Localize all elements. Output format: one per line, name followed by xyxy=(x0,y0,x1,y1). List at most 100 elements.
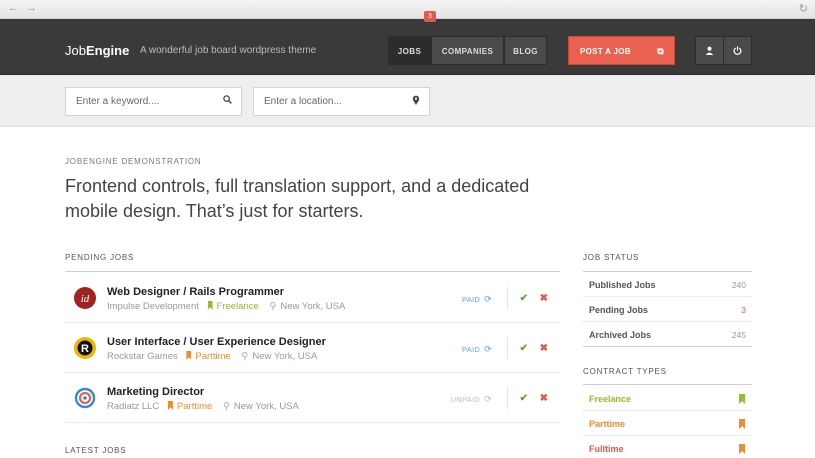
reject-icon[interactable]: ✖ xyxy=(540,343,548,354)
job-location: New York, USA xyxy=(252,351,318,362)
approve-icon[interactable]: ✔ xyxy=(520,343,528,354)
contract-label: Fulltime xyxy=(589,444,624,454)
site-logo[interactable]: JobEngine xyxy=(65,43,129,58)
job-meta: Radiatz LLC Parttime ⚲ New York, USA xyxy=(107,401,299,412)
job-title[interactable]: Web Designer / Rails Programmer xyxy=(107,286,284,298)
status-count: 245 xyxy=(731,330,746,340)
headline-line-2: mobile design. That’s just for starters. xyxy=(65,201,364,221)
bookmark-icon xyxy=(186,351,192,360)
job-meta: Impulse Development Freelance ⚲ New York,… xyxy=(107,301,345,312)
refresh-icon: ⟳ xyxy=(484,394,492,404)
job-location: New York, USA xyxy=(280,301,346,312)
back-forward-icon[interactable]: ← → xyxy=(8,2,39,14)
logout-button[interactable] xyxy=(723,36,752,65)
contract-label: Parttime xyxy=(589,419,626,429)
status-row-archived[interactable]: Archived Jobs 245 xyxy=(583,322,752,347)
map-pin-icon: ⚲ xyxy=(222,401,230,412)
bookmark-icon xyxy=(739,444,745,454)
brand-light: Job xyxy=(65,43,86,58)
user-account-button[interactable] xyxy=(695,36,724,65)
approve-icon[interactable]: ✔ xyxy=(520,393,528,404)
company-logo: id xyxy=(74,287,96,309)
keyword-field xyxy=(65,87,242,116)
payment-status: PAID ⟳ xyxy=(462,294,492,305)
search-bar xyxy=(0,75,815,127)
site-header: JobEngine A wonderful job board wordpres… xyxy=(0,19,815,75)
payment-status-label: PAID xyxy=(462,345,481,354)
site-tagline: A wonderful job board wordpress theme xyxy=(140,45,317,56)
company-name[interactable]: Impulse Development xyxy=(107,301,199,312)
bookmark-icon xyxy=(207,301,213,310)
job-meta: Rockstar Games Parttime ⚲ New York, USA xyxy=(107,351,317,362)
divider xyxy=(583,346,752,347)
location-field xyxy=(253,87,430,116)
brand-bold: Engine xyxy=(85,43,130,58)
keyword-input[interactable] xyxy=(66,88,241,115)
bookmark-icon xyxy=(739,419,745,429)
job-title[interactable]: Marketing Director xyxy=(107,386,204,398)
job-row[interactable]: Marketing Director Radiatz LLC Parttime … xyxy=(65,373,560,423)
refresh-icon: ⟳ xyxy=(484,294,492,304)
approve-icon[interactable]: ✔ xyxy=(520,293,528,304)
payment-status: UNPAID ⟳ xyxy=(451,394,492,405)
status-label: Archived Jobs xyxy=(589,330,652,340)
reject-icon[interactable]: ✖ xyxy=(540,393,548,404)
browser-toolbar: ← → ↻ xyxy=(0,0,815,19)
map-pin-icon: ⚲ xyxy=(241,351,249,362)
search-icon[interactable] xyxy=(223,95,232,107)
job-row[interactable]: R User Interface / User Experience Desig… xyxy=(65,323,560,373)
contract-type[interactable]: Parttime xyxy=(177,401,212,412)
company-name[interactable]: Radiatz LLC xyxy=(107,401,159,412)
company-logo xyxy=(74,387,96,409)
bookmark-icon xyxy=(167,401,173,410)
contract-type[interactable]: Freelance xyxy=(217,301,259,312)
logo-text: id xyxy=(81,293,90,305)
reject-icon[interactable]: ✖ xyxy=(540,293,548,304)
contract-label: Freelance xyxy=(589,394,632,404)
status-count: 240 xyxy=(731,280,746,290)
location-input[interactable] xyxy=(254,88,429,115)
payment-status: PAID ⟳ xyxy=(462,344,492,355)
status-label: Published Jobs xyxy=(589,280,656,290)
status-row-published[interactable]: Published Jobs 240 xyxy=(583,272,752,297)
bookmark-icon xyxy=(739,394,745,404)
post-job-button[interactable]: POST A JOB ⧉ xyxy=(568,36,675,65)
power-icon xyxy=(733,46,742,55)
payment-status-label: UNPAID xyxy=(450,395,481,404)
pending-jobs-title: PENDING JOBS xyxy=(65,253,135,262)
status-label: Pending Jobs xyxy=(589,305,649,315)
job-title[interactable]: User Interface / User Experience Designe… xyxy=(107,336,326,348)
divider xyxy=(507,287,508,309)
contract-types-title: CONTRACT TYPES xyxy=(583,367,667,376)
contract-type[interactable]: Parttime xyxy=(195,351,230,362)
divider xyxy=(507,387,508,409)
status-count: 3 xyxy=(741,305,746,315)
section-kicker: JOBENGINE DEMONSTRATION xyxy=(65,157,202,166)
job-row[interactable]: id Web Designer / Rails Programmer Impul… xyxy=(65,273,560,323)
divider xyxy=(583,384,752,385)
company-name[interactable]: Rockstar Games xyxy=(107,351,178,362)
job-location: New York, USA xyxy=(233,401,299,412)
map-pin-icon xyxy=(412,95,420,108)
contract-row-freelance[interactable]: Freelance xyxy=(583,386,752,411)
job-status-title: JOB STATUS xyxy=(583,253,640,262)
jobs-count-badge: 3 xyxy=(424,11,436,22)
user-icon xyxy=(705,46,714,55)
map-pin-icon: ⚲ xyxy=(269,301,277,312)
contract-row-fulltime[interactable]: Fulltime xyxy=(583,436,752,458)
latest-jobs-title: LATEST JOBS xyxy=(65,446,127,455)
refresh-icon: ⟳ xyxy=(484,344,492,354)
nav-jobs[interactable]: JOBS xyxy=(388,36,431,65)
company-logo: R xyxy=(74,337,96,359)
post-job-label: POST A JOB xyxy=(580,47,631,56)
external-link-icon: ⧉ xyxy=(657,46,664,56)
divider xyxy=(507,337,508,359)
payment-status-label: PAID xyxy=(462,295,481,304)
reload-icon[interactable]: ↻ xyxy=(799,2,808,15)
logo-text: R xyxy=(81,343,89,355)
contract-row-parttime[interactable]: Parttime xyxy=(583,411,752,436)
status-row-pending[interactable]: Pending Jobs 3 xyxy=(583,297,752,322)
headline-line-1: Frontend controls, full translation supp… xyxy=(65,176,530,196)
nav-blog[interactable]: BLOG xyxy=(504,36,547,65)
nav-companies[interactable]: COMPANIES xyxy=(431,36,504,65)
